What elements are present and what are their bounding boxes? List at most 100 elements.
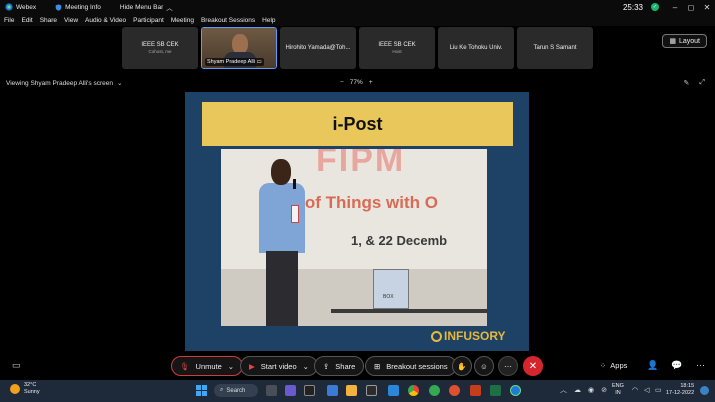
menu-participant[interactable]: Participant [133, 17, 164, 24]
participant-strip: IEEE SB CEK Cohost, me Shyam Pradeep All… [122, 27, 593, 69]
task-view-icon[interactable] [266, 385, 277, 396]
end-meeting-button[interactable]: ✕ [523, 356, 543, 376]
app-icon[interactable] [388, 385, 399, 396]
system-tray: ︿ ☁ ◉ ⊘ [560, 385, 607, 395]
menu-meeting[interactable]: Meeting [171, 17, 194, 24]
unmute-button[interactable]: 🎙 Unmute ⌄ [171, 356, 244, 376]
share-button[interactable]: ⇪ Share [314, 356, 365, 376]
annotate-icon[interactable]: ✎ [684, 79, 690, 87]
menu-bar: File Edit Share View Audio & Video Parti… [0, 14, 715, 26]
meeting-timer: 25:33 [622, 2, 643, 12]
more-options-button[interactable]: ⋯ [498, 356, 518, 376]
speaker-icon[interactable]: ◁ [644, 386, 649, 394]
participant-tile[interactable]: IEEE SB CEK Cohost, me [122, 27, 198, 69]
teams-icon[interactable] [285, 385, 296, 396]
taskbar-search[interactable]: ⌕ Search [214, 384, 258, 397]
menu-help[interactable]: Help [262, 17, 275, 24]
chevron-up-icon: ︿ [166, 5, 173, 12]
shield-icon [55, 3, 62, 11]
layout-button[interactable]: ▦ Layout [662, 34, 707, 48]
hide-menu-bar-button[interactable]: Hide Menu Bar ︿ [120, 2, 173, 13]
chat-icon[interactable]: 💬 [671, 360, 682, 371]
mic-muted-icon: 🎙 [180, 361, 190, 371]
edge-icon[interactable] [327, 385, 338, 396]
chrome-profile-icon[interactable] [429, 385, 440, 396]
windows-taskbar: 32°C Sunny ⌕ Search ︿ ☁ ◉ ⊘ ENG IN ◠ ◁ ▭… [0, 380, 715, 402]
start-icon[interactable] [196, 385, 207, 396]
chevron-up-icon[interactable]: ︿ [560, 385, 567, 395]
more-icon[interactable]: ⋯ [696, 360, 705, 371]
smiley-icon: ☺ [480, 361, 488, 371]
menu-share[interactable]: Share [40, 17, 57, 24]
viewing-label: Viewing Shyam Pradeep Alli's screen [6, 79, 113, 87]
device-label: BOX [383, 294, 394, 300]
start-video-button[interactable]: ▶ Start video ⌄ [240, 356, 318, 376]
participant-tile-active-speaker[interactable]: Shyam Pradeep Alli ▭ [201, 27, 277, 69]
webex-taskbar-icon[interactable] [510, 385, 521, 396]
app-icon[interactable] [304, 385, 315, 396]
menu-edit[interactable]: Edit [21, 17, 32, 24]
chrome-icon[interactable] [408, 385, 419, 396]
powerpoint-icon[interactable] [470, 385, 481, 396]
store-icon[interactable] [366, 385, 377, 396]
participant-tile[interactable]: IEEE SB CEK Host [359, 27, 435, 69]
weather-condition: Sunny [24, 389, 40, 395]
speaker-pants [266, 251, 298, 326]
clock-time: 18:15 [680, 383, 695, 389]
menu-breakout-sessions[interactable]: Breakout Sessions [201, 17, 255, 24]
app-tray-icon[interactable]: ◉ [588, 386, 594, 394]
close-icon[interactable]: ✕ [699, 0, 715, 14]
battery-icon[interactable]: ▭ [655, 386, 662, 394]
minimize-icon[interactable]: – [667, 0, 683, 14]
participants-icon[interactable]: 👤 [647, 360, 658, 371]
participant-name: IEEE SB CEK [378, 42, 416, 48]
app-icon[interactable] [449, 385, 460, 396]
share-icon: ⇪ [323, 361, 330, 371]
raise-hand-button[interactable]: ✋ [452, 356, 472, 376]
zoom-out-icon[interactable]: − [340, 79, 344, 86]
chevron-down-icon[interactable]: ⌄ [303, 362, 309, 371]
participant-role: Cohost, me [148, 49, 172, 54]
webex-app[interactable]: Webex [5, 3, 36, 11]
menu-view[interactable]: View [64, 17, 78, 24]
menu-audio-video[interactable]: Audio & Video [85, 17, 126, 24]
pop-out-icon[interactable]: ⤢ [699, 79, 705, 87]
captions-icon[interactable]: ▭ [12, 360, 21, 371]
breakout-sessions-button[interactable]: ⊞ Breakout sessions [365, 356, 457, 376]
cloud-icon[interactable]: ☁ [574, 386, 581, 394]
apps-button[interactable]: ⁘ Apps [600, 361, 627, 370]
participant-name: IEEE SB CEK [141, 42, 179, 48]
participant-name: Shyam Pradeep Alli ▭ [205, 58, 264, 66]
breakout-label: Breakout sessions [386, 361, 448, 371]
banner-text: 1, & 22 Decemb [351, 233, 448, 248]
participant-tile[interactable]: Liu Ke Tohoku Univ. [438, 27, 514, 69]
participant-role: Host [392, 49, 402, 54]
participant-name: Tarun S Samant [533, 45, 577, 51]
wifi-icon[interactable]: ◠ [632, 386, 638, 394]
meeting-info-button[interactable]: Meeting Info [55, 4, 101, 11]
participant-tile[interactable]: Tarun S Samant [517, 27, 593, 69]
search-icon: ⌕ [220, 387, 224, 393]
start-video-label: Start video [260, 361, 297, 371]
weather-widget[interactable]: 32°C Sunny [10, 382, 40, 396]
system-clock[interactable]: 18:15 17-12-2022 [666, 383, 694, 397]
chevron-down-icon[interactable]: ⌄ [228, 362, 234, 371]
chevron-down-icon: ⌄ [116, 80, 123, 87]
participant-tile[interactable]: Hirohito Yamada@Toh... [280, 27, 356, 69]
backdrop [221, 269, 487, 326]
excel-icon[interactable] [490, 385, 501, 396]
slide-title: i-Post [332, 113, 383, 134]
zoom-in-icon[interactable]: + [369, 79, 373, 86]
mic-muted-icon[interactable]: ⊘ [601, 386, 607, 394]
reactions-button[interactable]: ☺ [474, 356, 494, 376]
file-explorer-icon[interactable] [346, 385, 357, 396]
apps-label: Apps [610, 361, 628, 370]
shared-screen: i-Post FIPM rnet of Things with O 1, & 2… [185, 92, 529, 351]
menu-file[interactable]: File [4, 17, 14, 24]
viewing-screen-dropdown[interactable]: Viewing Shyam Pradeep Alli's screen ⌄ [6, 79, 123, 88]
notification-icon[interactable] [700, 386, 709, 395]
maximize-icon[interactable]: ◻ [683, 0, 699, 14]
speaker-badge [291, 205, 299, 223]
language-indicator[interactable]: ENG IN [612, 383, 624, 397]
table [331, 309, 487, 313]
